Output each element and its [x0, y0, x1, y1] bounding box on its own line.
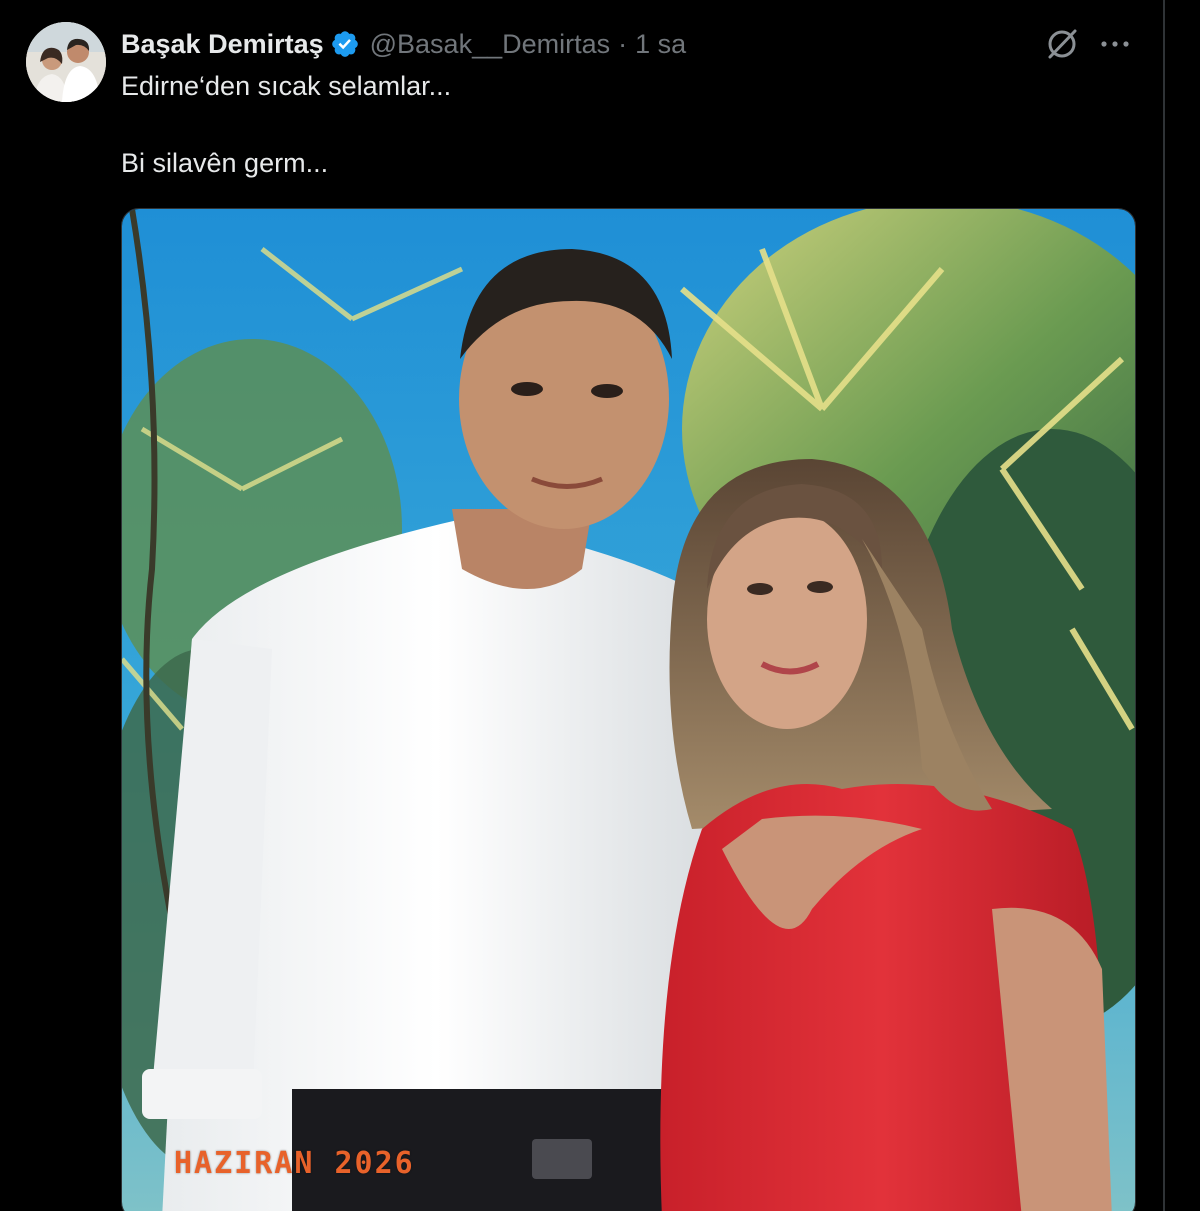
- tweet-photo[interactable]: HAZIRAN 2026: [121, 208, 1136, 1211]
- grok-icon[interactable]: [1044, 26, 1080, 62]
- separator-dot: ·: [618, 28, 628, 59]
- timeline-divider: [1163, 0, 1165, 1211]
- avatar[interactable]: [26, 22, 106, 102]
- photo-date-stamp: HAZIRAN 2026: [174, 1146, 415, 1181]
- photo-image: [122, 209, 1135, 1211]
- more-options-icon[interactable]: [1096, 26, 1136, 62]
- verified-badge-icon: [330, 29, 360, 59]
- tweet-text-line-1: Edirne‘den sıcak selamlar...: [121, 71, 452, 101]
- tweet[interactable]: Başak Demirtaş @Basak__Demirtas · 1 sa E…: [0, 0, 1163, 1211]
- avatar-image: [26, 22, 106, 102]
- tweet-timestamp[interactable]: 1 sa: [635, 29, 686, 60]
- author-display-name[interactable]: Başak Demirtaş: [121, 29, 324, 60]
- author-handle[interactable]: @Basak__Demirtas: [370, 29, 611, 60]
- tweet-header: Başak Demirtaş @Basak__Demirtas · 1 sa: [121, 24, 686, 64]
- tweet-text-line-2: Bi silavên germ...: [121, 148, 329, 178]
